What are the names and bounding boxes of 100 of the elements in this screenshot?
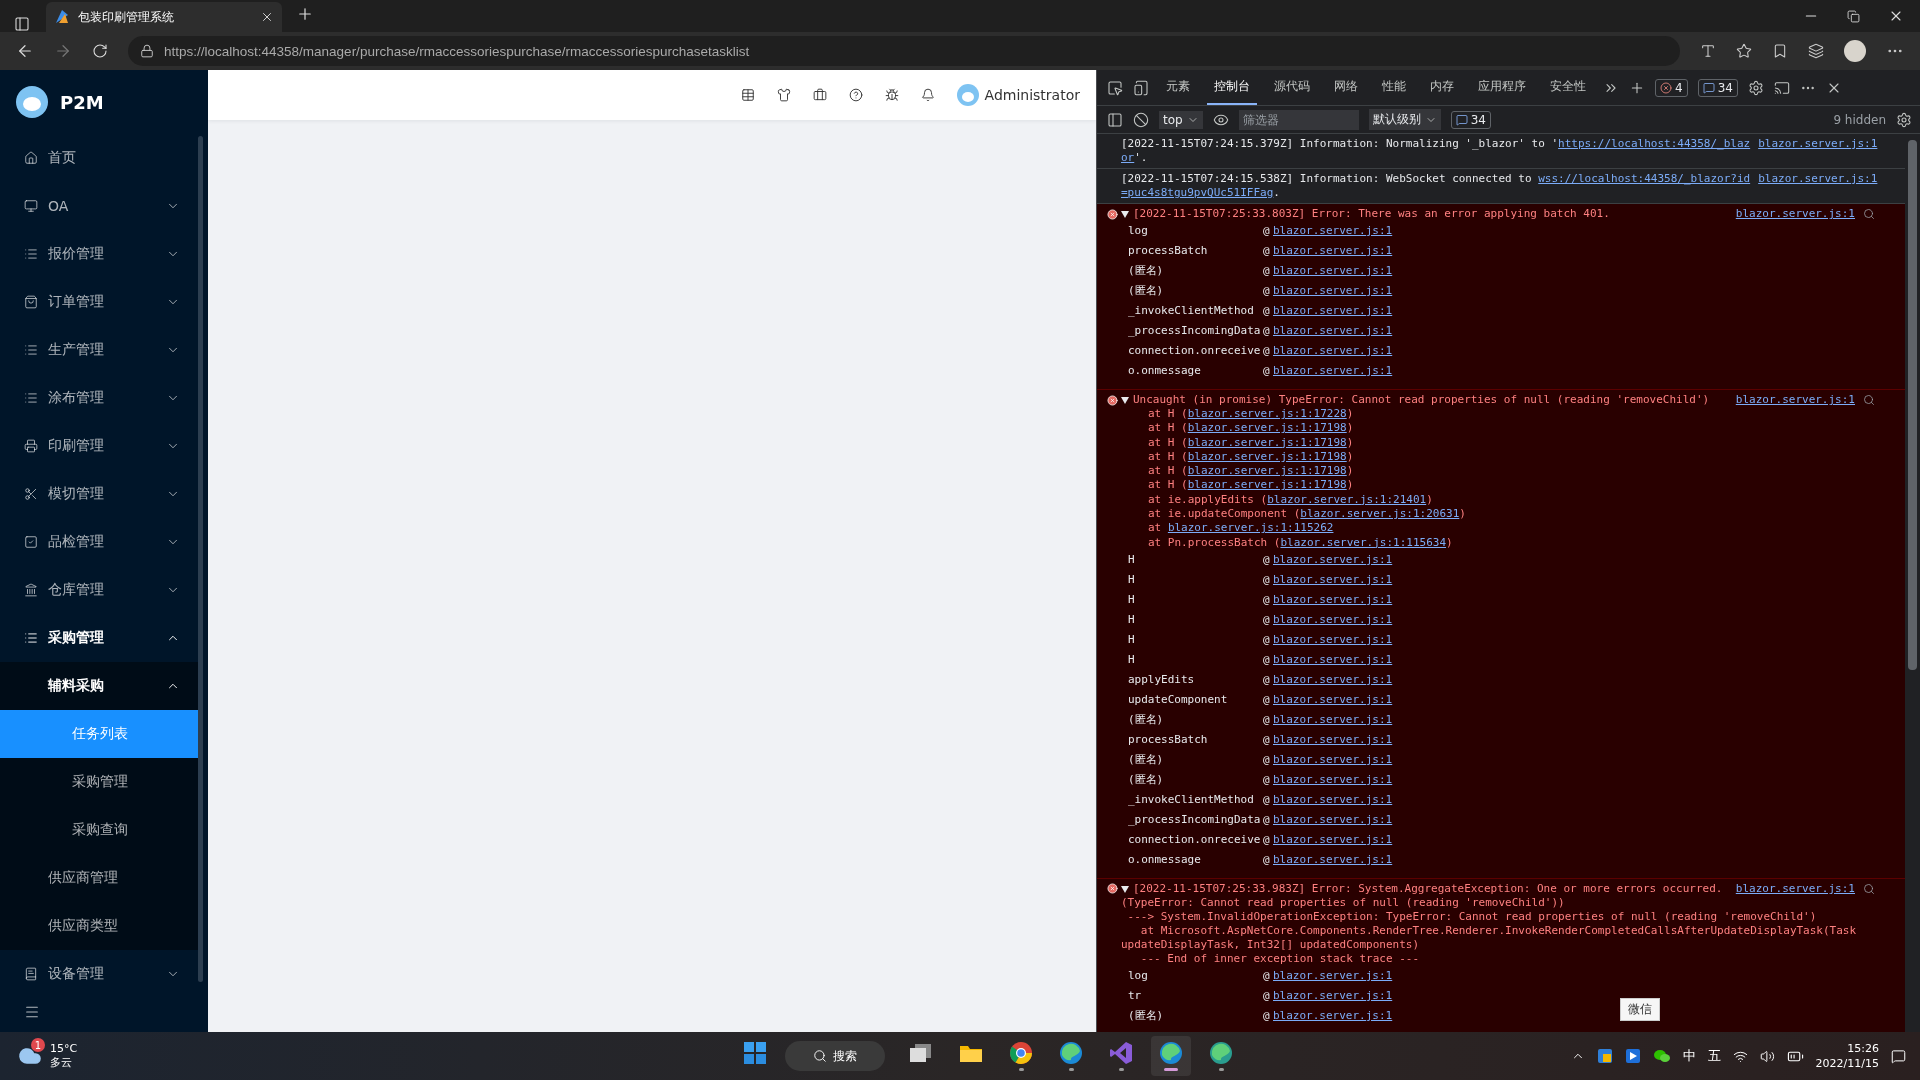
collapse-menu-icon[interactable]	[24, 1004, 40, 1020]
source-link[interactable]: blazor.server.js:1	[1273, 264, 1393, 278]
browser-icon[interactable]	[1159, 1041, 1184, 1065]
devtools-tab[interactable]: 内存	[1423, 70, 1461, 105]
menu-item[interactable]: 设备管理	[0, 950, 198, 992]
source-link[interactable]: blazor.server.js:1	[1273, 792, 1393, 807]
profile-avatar[interactable]	[1844, 40, 1866, 62]
source-link[interactable]: blazor.server.js:1:115262	[1167, 521, 1334, 535]
source-link[interactable]: blazor.server.js:1:17228	[1187, 407, 1347, 420]
source-link[interactable]: blazor.server.js:1	[1735, 881, 1855, 896]
menu-item[interactable]: OA	[0, 182, 198, 230]
star-icon[interactable]	[1736, 43, 1752, 59]
menu-item[interactable]: 供应商管理	[0, 854, 198, 902]
url-link[interactable]: =puc4s8tgu9pvQUc51IFFag	[1121, 186, 1274, 199]
source-link[interactable]: blazor.server.js:1	[1273, 672, 1393, 687]
source-link[interactable]: blazor.server.js:1	[1273, 732, 1393, 747]
close-icon[interactable]	[260, 10, 274, 24]
start-icon[interactable]	[744, 1042, 767, 1064]
devtools-tab[interactable]: 源代码	[1267, 70, 1317, 105]
ribbon-icon[interactable]	[1109, 1041, 1134, 1065]
expand-triangle-icon[interactable]	[1121, 210, 1129, 218]
cast-icon[interactable]	[1773, 79, 1790, 96]
restore-icon[interactable]	[1847, 9, 1860, 23]
search-icon[interactable]	[1863, 394, 1875, 406]
message-count[interactable]: 34	[1450, 110, 1491, 129]
user-name[interactable]: Administrator	[984, 87, 1080, 103]
devtools-tab[interactable]: 应用程序	[1471, 70, 1533, 105]
source-link[interactable]: blazor.server.js:1	[1758, 172, 1878, 186]
menu-item[interactable]: 模切管理	[0, 470, 198, 518]
browser-icon[interactable]	[1209, 1041, 1234, 1065]
forward-icon[interactable]	[54, 42, 72, 60]
source-link[interactable]: blazor.server.js:1	[1273, 752, 1393, 767]
source-link[interactable]: blazor.server.js:1	[1735, 207, 1855, 221]
source-link[interactable]: blazor.server.js:1	[1273, 612, 1393, 627]
source-link[interactable]: blazor.server.js:1	[1273, 968, 1393, 983]
source-link[interactable]: blazor.server.js:1:17198	[1187, 421, 1347, 435]
source-link[interactable]: blazor.server.js:1:115634	[1280, 535, 1447, 549]
menu-item[interactable]: 品检管理	[0, 518, 198, 566]
notification-icon[interactable]	[920, 88, 935, 102]
source-link[interactable]: blazor.server.js:1	[1758, 137, 1878, 151]
source-link[interactable]: blazor.server.js:1	[1273, 852, 1393, 867]
browser-icon[interactable]	[1009, 1041, 1034, 1065]
browser-icon[interactable]	[1059, 1041, 1084, 1065]
source-link[interactable]: blazor.server.js:1	[1273, 988, 1393, 1003]
back-icon[interactable]	[16, 42, 34, 60]
inspect-icon[interactable]	[1107, 79, 1123, 96]
source-link[interactable]: blazor.server.js:1	[1273, 364, 1393, 378]
url-link[interactable]: or	[1121, 151, 1135, 164]
context-select[interactable]: top	[1159, 110, 1203, 129]
source-link[interactable]: blazor.server.js:1	[1273, 812, 1393, 827]
clock[interactable]: 15:26 2022/11/15	[1815, 1041, 1879, 1071]
volume-icon[interactable]	[1759, 1048, 1775, 1064]
source-link[interactable]: blazor.server.js:1	[1273, 832, 1393, 847]
menu-item[interactable]: 仓库管理	[0, 566, 198, 614]
devtools-tab[interactable]: 性能	[1375, 70, 1413, 105]
menu-item[interactable]: 生产管理	[0, 326, 198, 374]
tray-app-icon[interactable]	[1596, 1048, 1613, 1064]
search-icon[interactable]	[1863, 882, 1875, 895]
wifi-icon[interactable]	[1732, 1048, 1748, 1064]
source-link[interactable]: blazor.server.js:1	[1273, 324, 1393, 338]
tab-actions-icon[interactable]	[14, 16, 30, 32]
scrollbar[interactable]	[198, 136, 203, 982]
favorites-icon[interactable]	[1772, 43, 1788, 59]
menu-item[interactable]: 采购查询	[0, 806, 198, 854]
source-link[interactable]: blazor.server.js:1	[1273, 224, 1393, 238]
bug-icon[interactable]	[884, 88, 899, 102]
source-link[interactable]: blazor.server.js:1:21401	[1267, 492, 1427, 506]
source-link[interactable]: blazor.server.js:1	[1273, 632, 1393, 647]
shirt-icon[interactable]	[776, 88, 791, 102]
expand-triangle-icon[interactable]	[1121, 884, 1129, 893]
source-link[interactable]: blazor.server.js:1	[1273, 712, 1393, 727]
console-settings-icon[interactable]	[1896, 111, 1912, 128]
sidebar-toggle-icon[interactable]	[1107, 111, 1123, 128]
source-link[interactable]: blazor.server.js:1:17198	[1187, 449, 1347, 463]
source-link[interactable]: blazor.server.js:1	[1273, 572, 1393, 587]
level-select[interactable]: 默认级别	[1368, 109, 1441, 130]
collections-icon[interactable]	[1808, 43, 1824, 59]
menu-item[interactable]: 印刷管理	[0, 422, 198, 470]
menu-item[interactable]: 采购管理	[0, 758, 198, 806]
source-link[interactable]: blazor.server.js:1	[1273, 772, 1393, 787]
source-link[interactable]: blazor.server.js:1	[1273, 284, 1393, 298]
device-toolbar-icon[interactable]	[1133, 79, 1149, 96]
menu-item[interactable]: 采购管理	[0, 614, 198, 662]
expand-triangle-icon[interactable]	[1121, 396, 1129, 404]
menu-item[interactable]: 涂布管理	[0, 374, 198, 422]
source-link[interactable]: blazor.server.js:1	[1273, 244, 1393, 258]
briefcase-icon[interactable]	[812, 88, 827, 102]
address-bar[interactable]: https://localhost:44358/manager/purchase/rmaccessoriespurchase/rmaccessoriespurchasetasklist	[128, 36, 1680, 66]
source-link[interactable]: blazor.server.js:1	[1273, 1008, 1393, 1023]
browser-tab[interactable]: 包装印刷管理系统	[46, 2, 282, 32]
source-link[interactable]: blazor.server.js:1	[1273, 552, 1393, 567]
source-link[interactable]: blazor.server.js:1	[1273, 692, 1393, 707]
notification-center-icon[interactable]	[1891, 1048, 1906, 1064]
task-view-icon[interactable]	[909, 1042, 934, 1064]
source-link[interactable]: blazor.server.js:1	[1273, 652, 1393, 667]
source-link[interactable]: blazor.server.js:1:17198	[1187, 435, 1347, 449]
source-link[interactable]: blazor.server.js:1	[1273, 304, 1393, 318]
source-link[interactable]: blazor.server.js:1:20631	[1300, 507, 1460, 521]
tray-app-icon[interactable]	[1624, 1048, 1641, 1064]
settings-icon[interactable]	[1747, 79, 1764, 96]
